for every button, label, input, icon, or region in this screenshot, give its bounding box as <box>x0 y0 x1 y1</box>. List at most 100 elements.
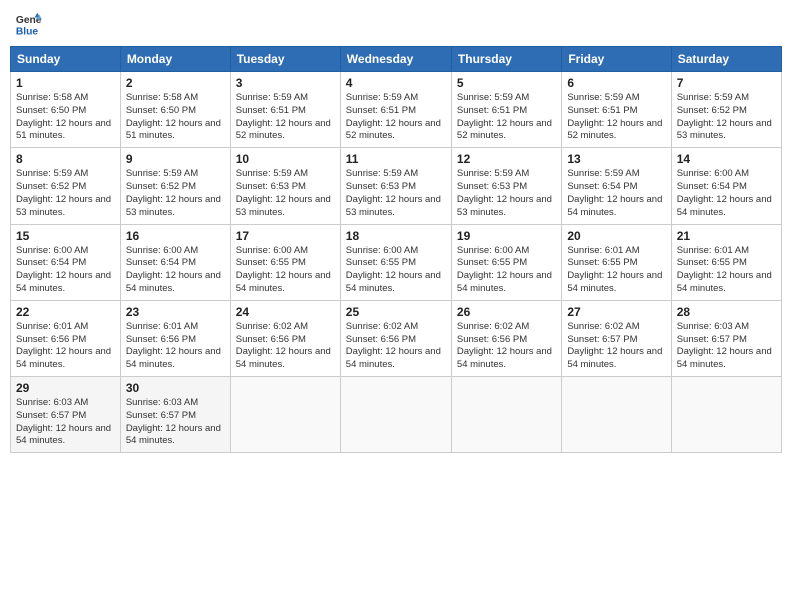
day-cell-14: 14 Sunrise: 6:00 AM Sunset: 6:54 PM Dayl… <box>671 148 781 224</box>
logo: General Blue <box>14 10 46 38</box>
day-number: 20 <box>567 229 665 243</box>
day-cell-6: 6 Sunrise: 5:59 AM Sunset: 6:51 PM Dayli… <box>562 72 671 148</box>
day-info: Sunrise: 6:02 AM Sunset: 6:56 PM Dayligh… <box>236 321 335 372</box>
day-info: Sunrise: 6:01 AM Sunset: 6:55 PM Dayligh… <box>677 245 776 296</box>
day-number: 29 <box>16 381 115 395</box>
day-number: 14 <box>677 152 776 166</box>
day-cell-13: 13 Sunrise: 5:59 AM Sunset: 6:54 PM Dayl… <box>562 148 671 224</box>
day-number: 12 <box>457 152 556 166</box>
day-number: 23 <box>126 305 225 319</box>
day-number: 16 <box>126 229 225 243</box>
day-number: 1 <box>16 76 115 90</box>
day-info: Sunrise: 5:59 AM Sunset: 6:54 PM Dayligh… <box>567 168 665 219</box>
day-cell-24: 24 Sunrise: 6:02 AM Sunset: 6:56 PM Dayl… <box>230 300 340 376</box>
header: General Blue <box>10 10 782 38</box>
day-cell-22: 22 Sunrise: 6:01 AM Sunset: 6:56 PM Dayl… <box>11 300 121 376</box>
day-cell-20: 20 Sunrise: 6:01 AM Sunset: 6:55 PM Dayl… <box>562 224 671 300</box>
day-info: Sunrise: 5:58 AM Sunset: 6:50 PM Dayligh… <box>126 92 225 143</box>
day-number: 24 <box>236 305 335 319</box>
day-cell-11: 11 Sunrise: 5:59 AM Sunset: 6:53 PM Dayl… <box>340 148 451 224</box>
day-info: Sunrise: 6:01 AM Sunset: 6:55 PM Dayligh… <box>567 245 665 296</box>
day-cell-29: 29 Sunrise: 6:03 AM Sunset: 6:57 PM Dayl… <box>11 377 121 453</box>
day-cell-10: 10 Sunrise: 5:59 AM Sunset: 6:53 PM Dayl… <box>230 148 340 224</box>
day-number: 26 <box>457 305 556 319</box>
calendar: Sunday Monday Tuesday Wednesday Thursday… <box>10 46 782 453</box>
day-number: 8 <box>16 152 115 166</box>
day-cell-2: 2 Sunrise: 5:58 AM Sunset: 6:50 PM Dayli… <box>120 72 230 148</box>
day-number: 6 <box>567 76 665 90</box>
day-info: Sunrise: 6:00 AM Sunset: 6:54 PM Dayligh… <box>677 168 776 219</box>
col-saturday: Saturday <box>671 47 781 72</box>
day-cell-4: 4 Sunrise: 5:59 AM Sunset: 6:51 PM Dayli… <box>340 72 451 148</box>
day-info: Sunrise: 6:03 AM Sunset: 6:57 PM Dayligh… <box>126 397 225 448</box>
day-info: Sunrise: 6:02 AM Sunset: 6:56 PM Dayligh… <box>346 321 446 372</box>
day-number: 13 <box>567 152 665 166</box>
day-number: 22 <box>16 305 115 319</box>
day-cell-9: 9 Sunrise: 5:59 AM Sunset: 6:52 PM Dayli… <box>120 148 230 224</box>
day-info: Sunrise: 6:00 AM Sunset: 6:54 PM Dayligh… <box>16 245 115 296</box>
day-cell-1: 1 Sunrise: 5:58 AM Sunset: 6:50 PM Dayli… <box>11 72 121 148</box>
day-info: Sunrise: 5:59 AM Sunset: 6:53 PM Dayligh… <box>346 168 446 219</box>
day-number: 28 <box>677 305 776 319</box>
day-info: Sunrise: 6:01 AM Sunset: 6:56 PM Dayligh… <box>16 321 115 372</box>
empty-cell <box>451 377 561 453</box>
day-number: 19 <box>457 229 556 243</box>
day-cell-16: 16 Sunrise: 6:00 AM Sunset: 6:54 PM Dayl… <box>120 224 230 300</box>
day-number: 11 <box>346 152 446 166</box>
day-number: 21 <box>677 229 776 243</box>
day-cell-25: 25 Sunrise: 6:02 AM Sunset: 6:56 PM Dayl… <box>340 300 451 376</box>
day-cell-8: 8 Sunrise: 5:59 AM Sunset: 6:52 PM Dayli… <box>11 148 121 224</box>
day-number: 18 <box>346 229 446 243</box>
empty-cell <box>562 377 671 453</box>
empty-cell <box>671 377 781 453</box>
day-cell-28: 28 Sunrise: 6:03 AM Sunset: 6:57 PM Dayl… <box>671 300 781 376</box>
col-sunday: Sunday <box>11 47 121 72</box>
day-cell-18: 18 Sunrise: 6:00 AM Sunset: 6:55 PM Dayl… <box>340 224 451 300</box>
day-number: 15 <box>16 229 115 243</box>
col-monday: Monday <box>120 47 230 72</box>
day-cell-7: 7 Sunrise: 5:59 AM Sunset: 6:52 PM Dayli… <box>671 72 781 148</box>
day-info: Sunrise: 5:59 AM Sunset: 6:53 PM Dayligh… <box>236 168 335 219</box>
day-info: Sunrise: 6:00 AM Sunset: 6:54 PM Dayligh… <box>126 245 225 296</box>
day-info: Sunrise: 5:59 AM Sunset: 6:52 PM Dayligh… <box>677 92 776 143</box>
day-cell-26: 26 Sunrise: 6:02 AM Sunset: 6:56 PM Dayl… <box>451 300 561 376</box>
day-info: Sunrise: 6:03 AM Sunset: 6:57 PM Dayligh… <box>16 397 115 448</box>
day-number: 27 <box>567 305 665 319</box>
day-number: 9 <box>126 152 225 166</box>
day-number: 5 <box>457 76 556 90</box>
empty-cell <box>340 377 451 453</box>
day-cell-23: 23 Sunrise: 6:01 AM Sunset: 6:56 PM Dayl… <box>120 300 230 376</box>
day-number: 17 <box>236 229 335 243</box>
day-info: Sunrise: 5:59 AM Sunset: 6:51 PM Dayligh… <box>567 92 665 143</box>
day-number: 3 <box>236 76 335 90</box>
day-info: Sunrise: 6:00 AM Sunset: 6:55 PM Dayligh… <box>346 245 446 296</box>
day-cell-12: 12 Sunrise: 5:59 AM Sunset: 6:53 PM Dayl… <box>451 148 561 224</box>
day-number: 7 <box>677 76 776 90</box>
day-info: Sunrise: 5:59 AM Sunset: 6:52 PM Dayligh… <box>16 168 115 219</box>
day-info: Sunrise: 5:59 AM Sunset: 6:51 PM Dayligh… <box>457 92 556 143</box>
col-friday: Friday <box>562 47 671 72</box>
day-info: Sunrise: 5:59 AM Sunset: 6:52 PM Dayligh… <box>126 168 225 219</box>
day-info: Sunrise: 6:03 AM Sunset: 6:57 PM Dayligh… <box>677 321 776 372</box>
day-info: Sunrise: 5:59 AM Sunset: 6:51 PM Dayligh… <box>236 92 335 143</box>
day-cell-17: 17 Sunrise: 6:00 AM Sunset: 6:55 PM Dayl… <box>230 224 340 300</box>
day-info: Sunrise: 5:58 AM Sunset: 6:50 PM Dayligh… <box>16 92 115 143</box>
day-number: 2 <box>126 76 225 90</box>
col-wednesday: Wednesday <box>340 47 451 72</box>
logo-icon: General Blue <box>14 10 42 38</box>
day-info: Sunrise: 6:00 AM Sunset: 6:55 PM Dayligh… <box>457 245 556 296</box>
empty-cell <box>230 377 340 453</box>
day-cell-19: 19 Sunrise: 6:00 AM Sunset: 6:55 PM Dayl… <box>451 224 561 300</box>
day-cell-5: 5 Sunrise: 5:59 AM Sunset: 6:51 PM Dayli… <box>451 72 561 148</box>
col-tuesday: Tuesday <box>230 47 340 72</box>
day-cell-21: 21 Sunrise: 6:01 AM Sunset: 6:55 PM Dayl… <box>671 224 781 300</box>
calendar-header-row: Sunday Monday Tuesday Wednesday Thursday… <box>11 47 782 72</box>
day-number: 25 <box>346 305 446 319</box>
day-info: Sunrise: 6:02 AM Sunset: 6:57 PM Dayligh… <box>567 321 665 372</box>
day-info: Sunrise: 5:59 AM Sunset: 6:53 PM Dayligh… <box>457 168 556 219</box>
day-cell-30: 30 Sunrise: 6:03 AM Sunset: 6:57 PM Dayl… <box>120 377 230 453</box>
svg-text:Blue: Blue <box>16 26 39 37</box>
day-cell-27: 27 Sunrise: 6:02 AM Sunset: 6:57 PM Dayl… <box>562 300 671 376</box>
day-info: Sunrise: 6:01 AM Sunset: 6:56 PM Dayligh… <box>126 321 225 372</box>
day-number: 10 <box>236 152 335 166</box>
